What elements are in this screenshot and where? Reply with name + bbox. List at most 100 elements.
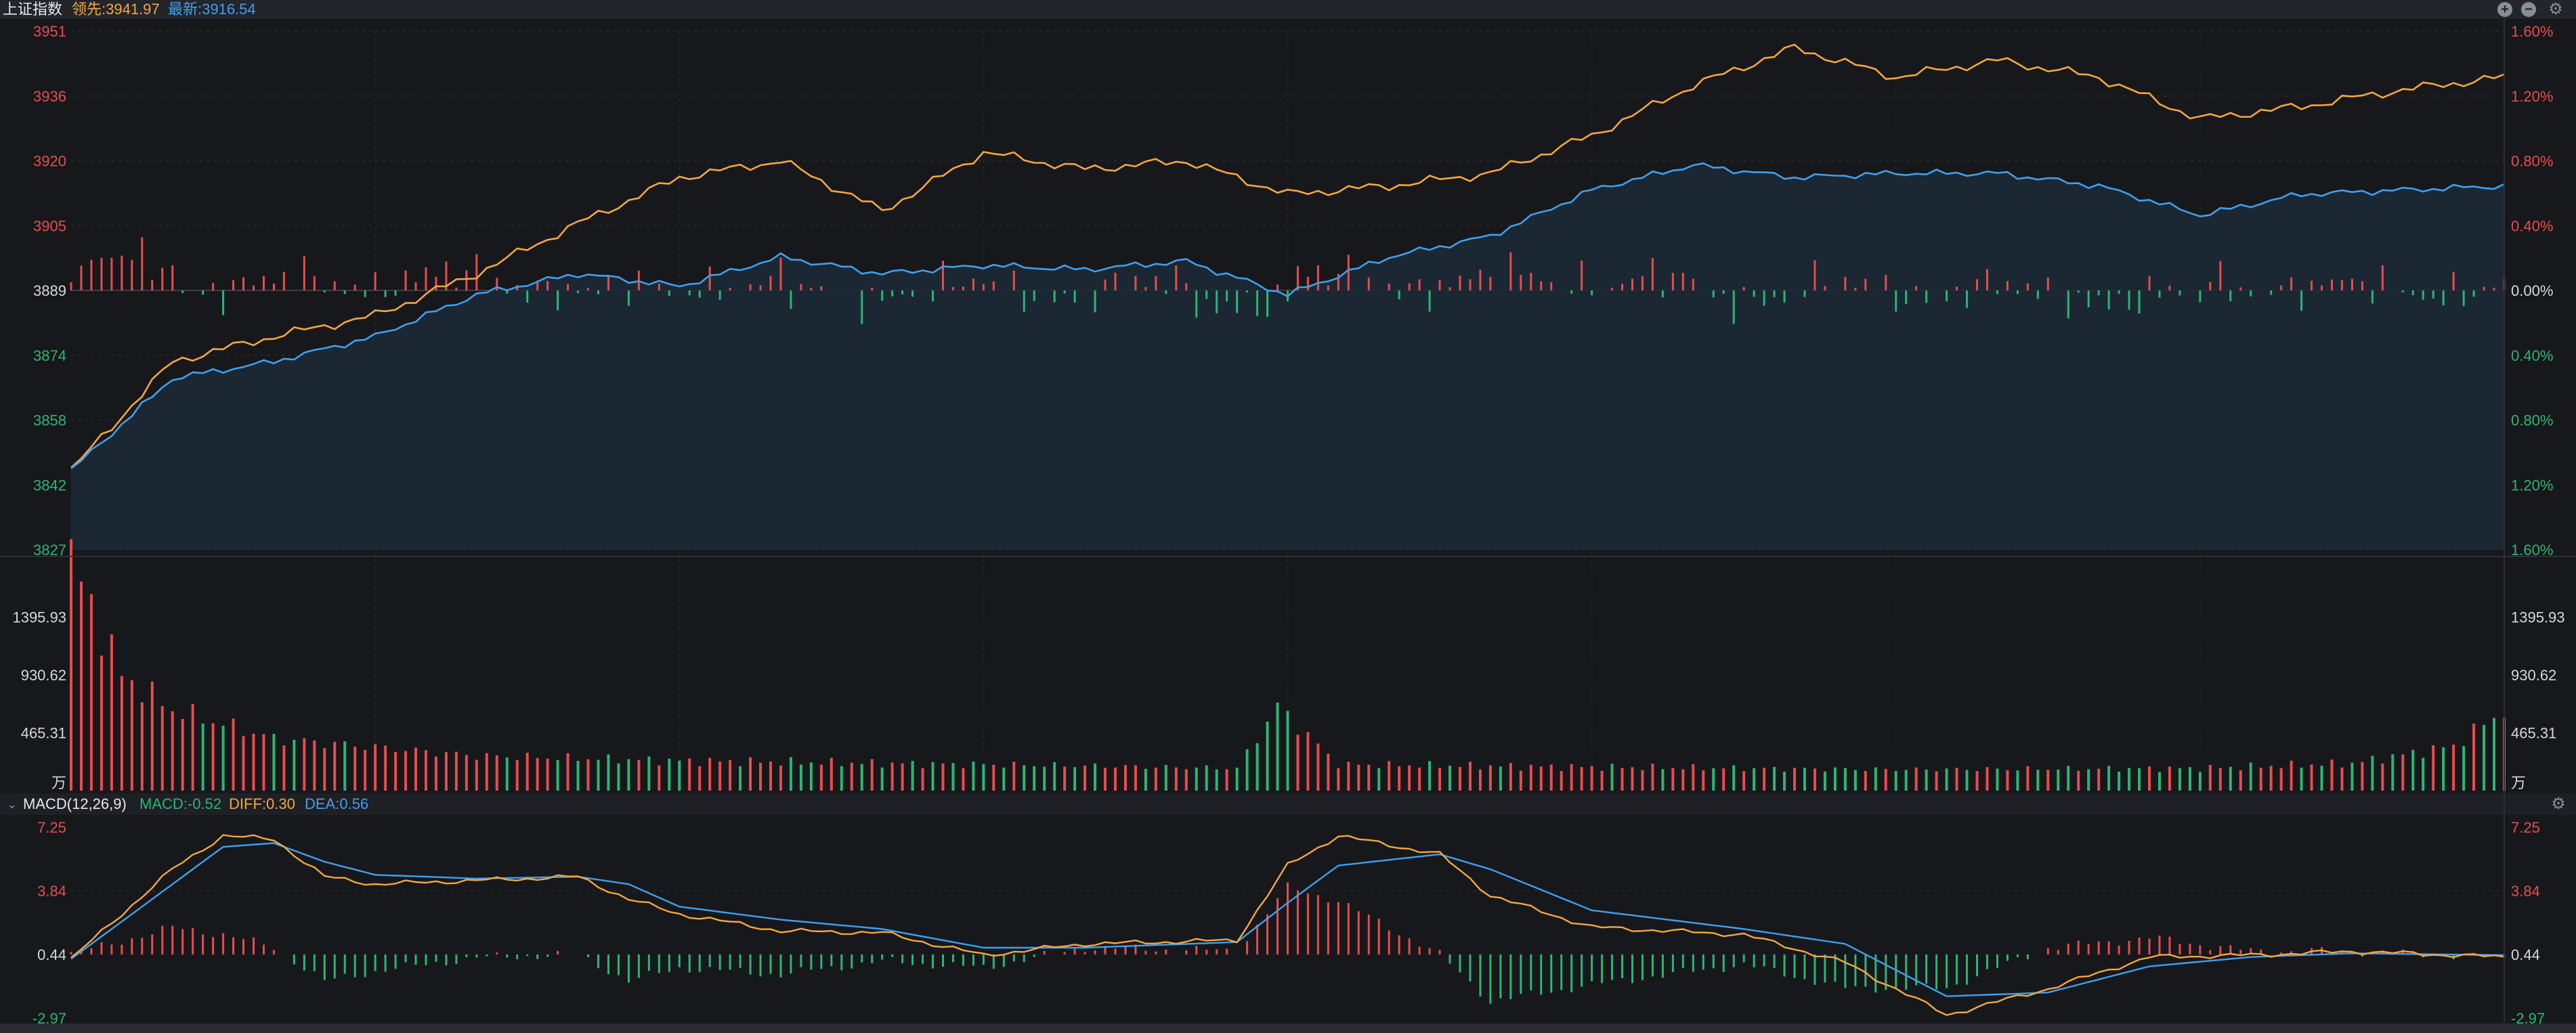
macd-histogram-bar [1185,950,1188,954]
volume-bar [1245,749,1249,791]
price-change-bar [718,290,721,300]
volume-bar [2493,718,2496,791]
volume-bar [1519,770,1522,791]
volume-bar [931,762,935,791]
macd-histogram-bar [414,954,417,965]
price-change-bar [2270,290,2273,295]
price-change-bar [1611,288,1614,290]
volume-bar [2036,770,2040,791]
volume-bar [576,761,580,791]
volume-bar [536,757,539,791]
volume-bar [1793,768,1797,791]
price-change-bar [1864,278,1867,290]
price-change-bar [282,271,285,290]
macd-histogram-bar [1428,948,1431,954]
price-change-bar [1175,265,1178,290]
volume-bar [394,752,398,791]
volume-bar [1418,767,1421,791]
macd-histogram-bar [1985,954,1988,969]
price-change-bar [475,254,478,290]
price-change-bar [951,286,954,290]
volume-bar [799,764,802,791]
price-change-bar [2361,281,2363,290]
volume-bar [2218,768,2222,791]
volume-bar [2259,768,2262,791]
macd-histogram-bar [2138,937,2141,954]
price-change-bar [1144,287,1147,290]
macd-histogram-bar [486,954,488,957]
price-change-bar [496,278,498,290]
price-change-bar [2107,290,2110,309]
volume-bar [1874,767,1877,791]
price-change-bar [1256,290,1259,316]
macd-tick-label: -2.97 [2511,1010,2545,1027]
volume-bar [1459,766,1462,791]
macd-histogram-bar [1216,949,1218,954]
volume-bar [1306,732,1310,791]
macd-histogram-bar [2067,944,2069,954]
macd-histogram-bar [1266,914,1269,954]
price-change-bar [2432,290,2434,299]
volume-bar [1965,770,1969,791]
volume-bar [1428,761,1432,791]
macd-histogram-bar [617,954,620,975]
price-change-bar [1570,290,1573,294]
price-change-bar [110,257,113,290]
price-change-bar [2138,290,2141,314]
volume-bar [1357,764,1360,791]
macd-histogram-bar [536,954,539,959]
price-change-bar [70,282,72,290]
macd-histogram-bar [1094,950,1096,954]
price-change-bar [658,284,660,290]
price-tick-label: 3936 [33,88,66,105]
price-change-bar [2006,281,2009,290]
macd-histogram-bar [871,954,874,963]
price-change-bar [1408,283,1411,290]
macd-histogram-bar [1591,954,1593,982]
price-change-bar [1155,276,1157,290]
volume-bar [505,757,509,791]
macd-histogram-bar [2026,954,2029,960]
price-change-bar [729,288,731,290]
macd-histogram-bar [1783,954,1786,977]
price-change-bar [343,290,346,294]
price-change-bar [2178,290,2181,296]
macd-histogram-bar [1043,950,1046,954]
volume-bar [1590,766,1593,791]
price-change-bar [2493,288,2495,290]
price-change-bar [2462,290,2465,307]
price-change-bar [1276,284,1279,290]
volume-bar [1276,702,1279,791]
price-change-bar [2036,290,2039,299]
volume-bar [941,763,945,791]
volume-bar [1509,763,1512,791]
price-change-bar [2321,285,2323,290]
volume-bar [1438,768,1442,791]
macd-histogram-bar [769,954,772,974]
macd-histogram-bar [212,937,215,954]
volume-bar [2239,770,2242,791]
volume-bar [718,761,722,791]
price-change-bar [202,290,205,295]
price-change-bar [1520,275,1522,290]
macd-histogram-bar [678,954,681,967]
volume-bar [1327,753,1330,791]
volume-bar [1823,771,1826,791]
macd-histogram-bar [1793,954,1796,978]
price-change-bar [972,278,974,290]
price-change-bar [1763,290,1765,306]
price-change-bar [1489,277,1492,290]
volume-bar [1641,770,1644,791]
price-change-bar [1114,272,1117,290]
macd-histogram-bar [141,938,144,954]
price-change-bar [1813,260,1816,290]
macd-histogram-bar [1681,954,1684,968]
macd-histogram-bar [1601,954,1604,984]
price-change-bar [2472,290,2475,297]
volume-bar [1732,765,1736,791]
volume-bar [1104,768,1107,791]
price-change-bar [1246,290,1249,293]
volume-bar [597,760,600,791]
volume-bar [1681,769,1685,791]
macd-histogram-bar [820,954,823,969]
